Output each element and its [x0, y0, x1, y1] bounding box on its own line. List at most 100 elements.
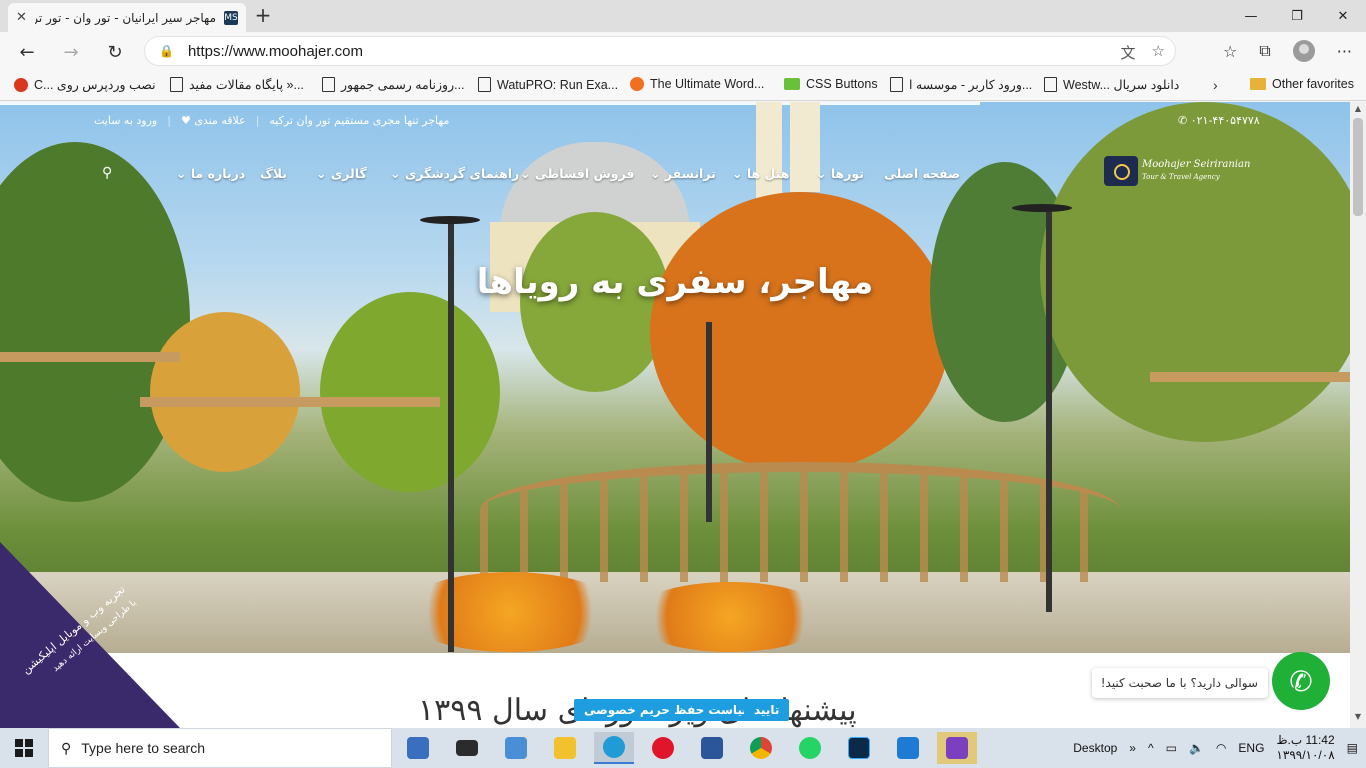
- windows-taskbar: ⚲ Type here to search Desktop » ^ ▭ 🔈 ◠ …: [0, 728, 1366, 768]
- word-app-icon[interactable]: [692, 732, 732, 764]
- collections-icon[interactable]: ⧉: [1259, 41, 1270, 61]
- windows-logo-icon: [15, 739, 33, 757]
- back-icon[interactable]: ←: [14, 39, 40, 65]
- remote-app-icon[interactable]: [888, 732, 928, 764]
- chevron-up-icon[interactable]: ^: [1148, 741, 1154, 755]
- battery-icon[interactable]: ▭: [1166, 741, 1177, 755]
- nav-blog[interactable]: بلاگ: [260, 166, 287, 181]
- double-chevron-icon[interactable]: »: [1129, 741, 1136, 755]
- pergola-image: [0, 352, 180, 362]
- tab-strip: MS مهاجر سیر ایرانیان - تور وان - تور تر…: [0, 0, 1366, 32]
- profile-avatar[interactable]: [1292, 40, 1315, 62]
- forward-icon[interactable]: →: [58, 39, 84, 65]
- phone-number[interactable]: ✆ ۰۲۱-۴۴۰۵۴۷۷۸: [1178, 114, 1260, 127]
- search-icon[interactable]: ⚲: [102, 165, 112, 181]
- favorite-item[interactable]: پایگاه مقالات مفید »...: [170, 77, 304, 92]
- wishlist-link[interactable]: علاقه مندی ♥: [181, 114, 246, 127]
- site-favicon-icon: MS: [224, 10, 238, 25]
- nav-tours[interactable]: ⌄ تورها: [816, 166, 864, 181]
- browser-tab[interactable]: MS مهاجر سیر ایرانیان - تور وان - تور تر…: [8, 3, 246, 32]
- new-tab-button[interactable]: +: [252, 5, 274, 27]
- nav-home[interactable]: صفحه اصلی: [884, 166, 960, 181]
- call-button[interactable]: ✆: [1272, 652, 1330, 710]
- system-tray: Desktop » ^ ▭ 🔈 ◠ ENG 11:42 ب.ظ ۱۳۹۹/۱۰/…: [1073, 728, 1366, 768]
- other-favorites[interactable]: Other favorites: [1250, 77, 1354, 91]
- photoshop-app-icon[interactable]: [839, 732, 879, 764]
- close-tab-icon[interactable]: ✕: [16, 10, 27, 25]
- chat-prompt[interactable]: سوالی دارید؟ با ما صحبت کنید!: [1092, 668, 1268, 698]
- tree-image: [520, 212, 670, 392]
- nav-gallery[interactable]: ⌄ گالری: [316, 166, 367, 181]
- pc-app-icon[interactable]: [496, 732, 536, 764]
- tagline-text: مهاجر تنها مجری مستقیم تور وان ترکیه: [269, 114, 450, 127]
- favorites-list-icon[interactable]: ☆: [1223, 42, 1237, 61]
- accept-button[interactable]: تایید: [744, 699, 790, 721]
- nav-about[interactable]: ⌄ درباره ما: [176, 166, 245, 181]
- clock[interactable]: 11:42 ب.ظ ۱۳۹۹/۱۰/۰۸: [1276, 733, 1334, 763]
- nav-transfer[interactable]: ⌄ ترانسفر: [650, 166, 716, 181]
- visual-studio-icon[interactable]: [937, 732, 977, 764]
- tree-image: [0, 142, 190, 502]
- favorite-item[interactable]: CSS Buttons: [784, 77, 878, 91]
- tree-image: [150, 312, 300, 472]
- login-link[interactable]: ورود به سایت: [94, 114, 157, 127]
- file-explorer-icon[interactable]: [545, 732, 585, 764]
- tree-image: [650, 192, 950, 472]
- flowers-image: [630, 582, 830, 652]
- pergola-image: [140, 397, 440, 407]
- favorite-item[interactable]: WatuPRO: Run Exa...: [478, 77, 618, 92]
- privacy-policy-button[interactable]: سیاست حفظ حریم خصوصی: [574, 699, 765, 721]
- restore-icon[interactable]: ❐: [1274, 0, 1320, 32]
- flowers-image: [400, 572, 620, 652]
- tree-image: [320, 292, 500, 492]
- opera-app-icon[interactable]: [643, 732, 683, 764]
- page-icon: [322, 77, 335, 92]
- whatsapp-app-icon[interactable]: [790, 732, 830, 764]
- street-lamp-image: [420, 216, 480, 224]
- address-input[interactable]: 🔒 https://www.moohajer.com 文 ☆: [144, 36, 1176, 66]
- favorite-item[interactable]: Westw... دانلود سریال: [1044, 77, 1179, 92]
- page-scrollbar[interactable]: ▲ ▼: [1350, 102, 1366, 728]
- store-app-icon[interactable]: [398, 732, 438, 764]
- web-page: مهاجر تنها مجری مستقیم تور وان ترکیه | ع…: [0, 102, 1350, 728]
- phone-icon: ✆: [1178, 114, 1188, 127]
- favorite-item[interactable]: The Ultimate Word...: [630, 77, 764, 91]
- css-buttons-icon: [784, 78, 800, 90]
- scroll-up-icon[interactable]: ▲: [1350, 104, 1366, 118]
- mail-app-icon[interactable]: [447, 732, 487, 764]
- favorite-star-icon[interactable]: ☆: [1152, 42, 1165, 63]
- scroll-thumb[interactable]: [1353, 118, 1363, 216]
- minimize-icon[interactable]: —: [1228, 0, 1274, 32]
- lock-icon[interactable]: 🔒: [159, 44, 174, 58]
- wifi-icon[interactable]: ◠: [1216, 741, 1226, 755]
- taskbar-search[interactable]: ⚲ Type here to search: [48, 728, 392, 768]
- street-lamp-image: [1012, 204, 1072, 212]
- chrome-app-icon[interactable]: [741, 732, 781, 764]
- favorite-item[interactable]: C... نصب وردپرس روی: [14, 77, 156, 92]
- language-indicator[interactable]: ENG: [1238, 741, 1264, 755]
- nav-hotels[interactable]: ⌄ هتل ها: [732, 166, 789, 181]
- close-window-icon[interactable]: ✕: [1320, 0, 1366, 32]
- translate-icon[interactable]: 文: [1121, 42, 1136, 63]
- volume-icon[interactable]: 🔈: [1189, 741, 1204, 755]
- nav-installments[interactable]: ⌄ فروش اقساطی: [520, 166, 634, 181]
- start-button[interactable]: [0, 728, 48, 768]
- favorite-item[interactable]: ورود کاربر - موسسه ا...: [890, 77, 1032, 92]
- clock-time: 11:42 ب.ظ: [1276, 733, 1335, 747]
- bridge-image: [480, 462, 1120, 582]
- notifications-icon[interactable]: ▤: [1347, 741, 1358, 755]
- scroll-down-icon[interactable]: ▼: [1350, 712, 1366, 726]
- desktop-toolbar[interactable]: Desktop: [1073, 741, 1117, 755]
- clock-date: ۱۳۹۹/۱۰/۰۸: [1276, 748, 1335, 762]
- street-lamp-image: [706, 322, 712, 522]
- page-loading-strip: [0, 102, 980, 105]
- window-controls: — ❐ ✕: [1228, 0, 1366, 32]
- more-menu-icon[interactable]: ···: [1337, 42, 1352, 61]
- edge-browser-icon[interactable]: [594, 732, 634, 764]
- chevron-right-icon[interactable]: ›: [1213, 77, 1218, 93]
- favorite-item[interactable]: روزنامه رسمی جمهور...: [322, 77, 465, 92]
- main-nav: صفحه اصلی ⌄ تورها ⌄ هتل ها ⌄ ترانسفر ⌄ ف…: [0, 160, 1350, 190]
- nav-travel-guide[interactable]: ⌄ راهنمای گردشگری: [390, 166, 519, 181]
- page-icon: [478, 77, 491, 92]
- refresh-icon[interactable]: ↻: [102, 39, 128, 65]
